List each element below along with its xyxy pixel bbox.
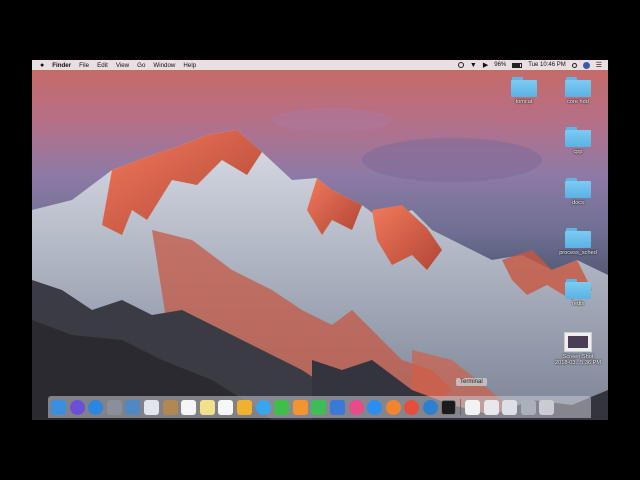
folder-label: redis bbox=[571, 301, 585, 307]
keynote-icon[interactable] bbox=[329, 399, 345, 415]
menu-view[interactable]: View bbox=[116, 62, 129, 69]
dock bbox=[48, 396, 591, 418]
menu-edit[interactable]: Edit bbox=[97, 62, 108, 69]
folder-icon bbox=[565, 228, 591, 248]
window-thumb-icon-3[interactable] bbox=[520, 399, 536, 415]
folder-label: process_sched bbox=[559, 250, 597, 256]
document-icon[interactable] bbox=[465, 399, 481, 415]
dock-tooltip: Terminal bbox=[456, 378, 487, 386]
network-icon[interactable] bbox=[422, 399, 438, 415]
pages-icon[interactable] bbox=[292, 399, 308, 415]
finder-icon[interactable] bbox=[51, 399, 66, 415]
file-label-line2: 2018-03...5.36 PM bbox=[554, 360, 602, 366]
folder-label: docs bbox=[572, 200, 584, 206]
safari-icon[interactable] bbox=[88, 399, 104, 415]
numbers-icon[interactable] bbox=[311, 399, 327, 415]
desktop[interactable]: ● Finder File Edit View Go Window Help ▼… bbox=[32, 60, 608, 420]
menu-clock[interactable]: Tue 10:46 PM bbox=[528, 62, 565, 68]
screenshot-thumbnail-icon bbox=[564, 332, 592, 352]
launchpad-icon[interactable] bbox=[106, 399, 122, 415]
folder-icon bbox=[565, 279, 591, 299]
desktop-folder-core-hdd[interactable]: core hdd bbox=[553, 77, 603, 105]
notification-center-icon[interactable]: ☰ bbox=[596, 61, 602, 69]
app-store-icon[interactable] bbox=[367, 399, 383, 415]
terminal-icon[interactable] bbox=[441, 399, 457, 415]
preview-icon[interactable] bbox=[143, 399, 159, 415]
folder-icon bbox=[511, 77, 537, 97]
apple-menu-icon[interactable]: ● bbox=[40, 62, 44, 69]
folder-label: core hdd bbox=[567, 99, 589, 105]
battery-percent[interactable]: 96% bbox=[494, 62, 506, 68]
folder-icon bbox=[565, 178, 591, 198]
folder-icon bbox=[565, 77, 591, 97]
calendar-icon[interactable] bbox=[181, 399, 197, 415]
chrome-icon[interactable] bbox=[404, 399, 420, 415]
photos-viewer-icon[interactable] bbox=[125, 399, 141, 415]
reminders-icon[interactable] bbox=[218, 399, 234, 415]
menu-go[interactable]: Go bbox=[137, 62, 145, 69]
menu-file[interactable]: File bbox=[79, 62, 89, 69]
notes-icon[interactable] bbox=[199, 399, 215, 415]
siri-icon[interactable] bbox=[69, 399, 85, 415]
desktop-folder-process-sched[interactable]: process_sched bbox=[553, 228, 603, 256]
volume-icon[interactable]: ▶ bbox=[483, 61, 488, 69]
folder-label: tomcat bbox=[515, 99, 533, 105]
wifi-icon[interactable]: ▼ bbox=[470, 62, 477, 69]
messages-icon[interactable] bbox=[255, 399, 271, 415]
menu-window[interactable]: Window bbox=[153, 62, 175, 69]
record-icon[interactable] bbox=[457, 62, 464, 68]
spotlight-icon[interactable] bbox=[571, 62, 577, 68]
menu-help[interactable]: Help bbox=[183, 62, 196, 69]
app-menu-finder[interactable]: Finder bbox=[52, 62, 71, 69]
wallpaper-mountains bbox=[32, 108, 608, 420]
photos-icon[interactable] bbox=[236, 399, 252, 415]
folder-icon bbox=[565, 127, 591, 147]
desktop-folder-cpp[interactable]: cpp bbox=[553, 127, 603, 155]
facetime-icon[interactable] bbox=[274, 399, 290, 415]
folder-label: cpp bbox=[573, 149, 583, 155]
itunes-icon[interactable] bbox=[348, 399, 364, 415]
battery-icon[interactable] bbox=[512, 62, 523, 68]
desktop-folder-tomcat[interactable]: tomcat bbox=[499, 77, 549, 105]
desktop-folder-redis[interactable]: redis bbox=[553, 279, 603, 307]
contacts-icon[interactable] bbox=[162, 399, 178, 415]
desktop-file-screenshot[interactable]: Screen Shot 2018-03...5.36 PM bbox=[551, 332, 605, 366]
dock-separator bbox=[460, 399, 462, 415]
menu-bar: ● Finder File Edit View Go Window Help ▼… bbox=[32, 60, 608, 70]
books-icon[interactable] bbox=[385, 399, 401, 415]
window-thumb-icon[interactable] bbox=[483, 399, 499, 415]
user-avatar-icon[interactable] bbox=[582, 61, 590, 69]
trash-icon[interactable] bbox=[539, 399, 555, 415]
desktop-folder-docs[interactable]: docs bbox=[553, 178, 603, 206]
window-thumb-icon-2[interactable] bbox=[502, 399, 518, 415]
